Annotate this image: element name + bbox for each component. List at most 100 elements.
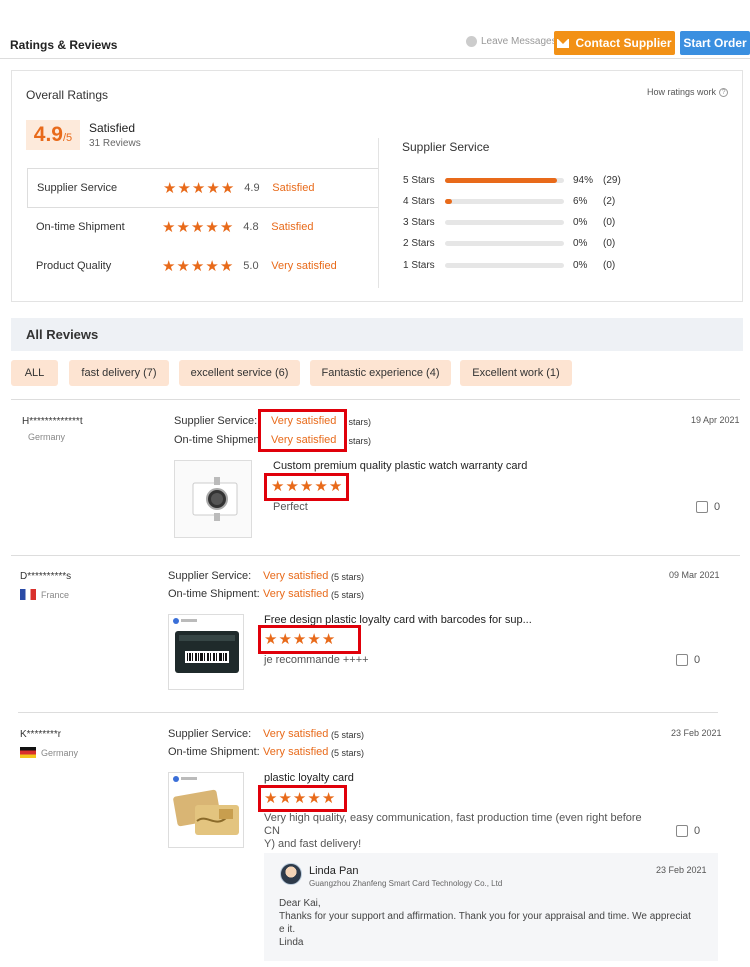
reviews-count: 31 Reviews [89,138,141,149]
contact-supplier-label: Contact Supplier [575,36,672,50]
bar-percent: 0% [573,237,588,249]
overall-word: Satisfied [89,121,136,135]
star-icon: ★ [307,631,321,648]
all-reviews-header [11,318,743,351]
mail-icon [557,38,570,48]
star-icon: ★ [205,218,219,236]
like-count: 0 [694,825,701,837]
review-text: je recommande ++++ [264,654,369,666]
leave-messages-label: Leave Messages [481,36,557,47]
filter-tag-excellent-service[interactable]: excellent service (6) [179,360,300,386]
product-title[interactable]: plastic loyalty card [264,772,354,784]
star-icon: ★ [162,218,176,236]
review-text-line: Y) and fast delivery! [264,838,362,850]
product-image[interactable] [168,772,244,848]
supplier-service-title: Supplier Service [402,140,490,154]
product-title[interactable]: Custom premium quality plastic watch war… [273,460,527,472]
help-icon: ? [719,87,729,97]
filter-tag-fantastic-experience[interactable]: Fantastic experience (4) [310,360,451,386]
supplier-service-value: Very satisfied [271,415,337,427]
star-icon: ★ [219,257,234,275]
like-button[interactable]: 0 [696,501,720,513]
metric-word: Very satisfied [271,260,337,272]
country-label: Germany [41,747,79,758]
thumbs-up-icon [676,825,688,837]
how-ratings-label: How ratings work [647,87,717,97]
reply-line: e it. [279,924,296,935]
review-text-line: Very high quality, easy communication, f… [264,812,642,837]
filter-tag-fast-delivery[interactable]: fast delivery (7) [69,360,169,386]
metric-stars: ★ ★ ★ ★ ★ [162,220,233,235]
reply-text: Dear Kai, Thanks for your support and af… [279,897,711,949]
start-order-button[interactable]: Start Order [680,31,750,55]
star-icon: ★ [163,179,177,197]
bar-label: 5 Stars [403,174,435,186]
metric-label: Product Quality [36,260,112,272]
reviewer-country: Germany [28,432,65,442]
star-icon: ★ [264,790,278,807]
gold-card-image [169,773,243,847]
how-ratings-work-link[interactable]: How ratings work ? [647,87,729,97]
filter-tag-excellent-work[interactable]: Excellent work (1) [460,360,572,386]
star-icon: ★ [219,218,234,236]
star-icon: ★ [162,257,176,275]
message-icon [466,36,477,47]
reply-date: 23 Feb 2021 [656,865,707,875]
metric-ontime-shipment[interactable]: On-time Shipment ★ ★ ★ ★ ★ 4.8 Satisfied [27,207,379,247]
france-flag-icon [20,589,36,600]
reply-line: Thanks for your support and affirmation.… [279,911,691,922]
bar-count: (2) [603,195,616,207]
star-icon: ★ [177,179,191,197]
ontime-stars-count: (5 stars) [331,748,365,758]
star-bar-row: 1 Stars 0% (0) [403,256,615,274]
overall-score: 4.9 [33,123,63,146]
loyalty-card-image [169,615,243,689]
metric-score: 5.0 [243,260,259,272]
avatar [280,863,302,885]
country-label: Germany [28,432,66,442]
star-icon: ★ [321,790,336,807]
ontime-shipment-value: Very satisfied [263,746,329,758]
ontime-shipment-value: Very satisfied [263,588,329,600]
like-button[interactable]: 0 [676,654,700,666]
supplier-service-label: Supplier Service: [168,570,252,582]
reply-author-name: Linda Pan [309,865,359,877]
product-image[interactable] [174,460,252,538]
review-date: 19 Apr 2021 [691,415,740,425]
supplier-service-label: Supplier Service: [168,728,252,740]
metric-score: 4.9 [244,182,260,194]
metric-product-quality[interactable]: Product Quality ★ ★ ★ ★ ★ 5.0 Very satisfied [27,246,379,286]
bar-count: (0) [603,216,616,228]
reply-company: Guangzhou Zhanfeng Smart Card Technology… [309,879,503,888]
reviewer-name: K********r [20,729,62,740]
product-image[interactable] [168,614,244,690]
star-icon: ★ [206,179,220,197]
bar-track [445,198,564,204]
divider [11,555,740,556]
star-icon: ★ [328,478,343,495]
star-icon: ★ [321,631,336,648]
review-date: 09 Mar 2021 [669,570,720,580]
reply-line: Linda [279,937,304,948]
filter-tag-all[interactable]: ALL [11,360,58,386]
star-icon: ★ [299,478,314,495]
metric-supplier-service[interactable]: Supplier Service ★ ★ ★ ★ ★ 4.9 Satisfied [27,168,379,208]
leave-messages-link[interactable]: Leave Messages [466,36,557,47]
star-icon: ★ [190,218,205,236]
metric-word: Satisfied [271,221,314,233]
bar-label: 4 Stars [403,195,435,207]
star-icon: ★ [292,631,307,648]
review-text: Very high quality, easy communication, f… [264,812,654,851]
header-divider [0,58,750,59]
star-bar-row: 2 Stars 0% (0) [403,234,615,252]
star-icon: ★ [220,179,235,197]
contact-supplier-button[interactable]: Contact Supplier [554,31,675,55]
bar-label: 3 Stars [403,216,435,228]
reviewer-country: France [20,589,69,600]
supplier-stars-count: (5 stars) [331,730,365,740]
like-button[interactable]: 0 [676,825,700,837]
overall-score-badge: 4.9 /5 [26,120,80,150]
bar-count: (0) [603,259,616,271]
star-icon: ★ [307,790,321,807]
review-text: Perfect [273,501,308,513]
